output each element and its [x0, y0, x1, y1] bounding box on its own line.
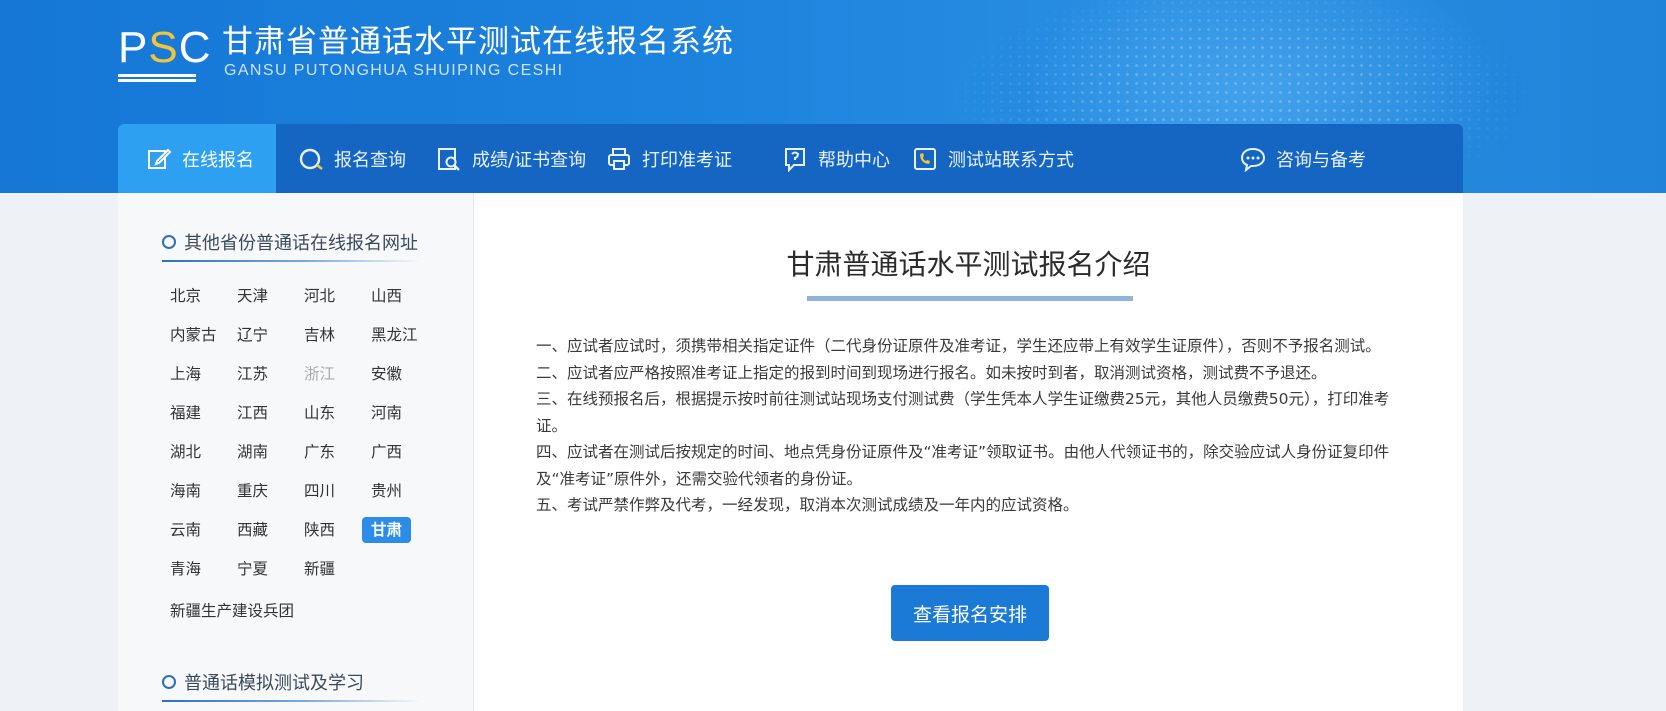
province-link[interactable]: 天津	[237, 283, 268, 309]
main-nav: 在线报名 报名查询 成绩/证书查询 打印准考证 帮助中心 测试站联系方式 咨询与…	[118, 124, 1463, 193]
intro-paragraph: 一、应试者应试时，须携带相关指定证件（二代身份证原件及准考证，学生还应带上有效学…	[536, 337, 1381, 355]
view-schedule-button[interactable]: 查看报名安排	[891, 585, 1049, 641]
province-link[interactable]: 陕西	[304, 517, 335, 543]
province-link[interactable]: 甘肃	[362, 517, 412, 543]
nav-label: 在线报名	[182, 149, 254, 171]
province-link[interactable]: 上海	[170, 361, 201, 387]
sidebar: 其他省份普通话在线报名网址 北京 天津 河北 山西内蒙古 辽宁 吉林 黑龙江上海 江苏 浙江 安徽…	[118, 193, 474, 711]
province-link[interactable]: 吉林	[304, 322, 335, 348]
intro-paragraph: 二、应试者应严格按照准考证上指定的报到时间到现场进行报名。如未按时到者，取消测试…	[536, 363, 1327, 382]
province-link[interactable]: 贵州	[371, 478, 402, 504]
nav-label: 成绩/证书查询	[472, 149, 587, 171]
main-content: 甘肃普通话水平测试报名介绍 一、应试者应试时，须携带相关指定证件（二代身份证原件…	[474, 193, 1463, 711]
nav-consult-prep[interactable]: 咨询与备考	[1240, 124, 1366, 193]
province-link[interactable]: 云南	[170, 517, 201, 543]
edit-icon	[148, 148, 172, 169]
logo-letters: PSC	[118, 23, 212, 72]
nav-online-signup[interactable]: 在线报名	[118, 124, 276, 193]
province-link[interactable]: 宁夏	[237, 556, 268, 582]
site-header: PSC 甘肃省普通话水平测试在线报名系统 GANSU PUTONGHUA SHU…	[0, 0, 1666, 193]
circle-bullet-icon	[162, 235, 176, 249]
section-heading-mock-test: 普通话模拟测试及学习	[162, 667, 364, 697]
province-link[interactable]: 青海	[170, 556, 201, 582]
nav-label: 测试站联系方式	[948, 149, 1074, 171]
intro-paragraph: 三、在线预报名后，根据提示按时前往测试站现场支付测试费（学生凭本人学生证缴费25…	[536, 390, 1390, 435]
province-link[interactable]: 四川	[304, 478, 335, 504]
nav-print-ticket[interactable]: 打印准考证	[606, 124, 732, 193]
site-title: 甘肃省普通话水平测试在线报名系统	[222, 24, 734, 60]
province-link-xjbt[interactable]: 新疆生产建设兵团	[170, 598, 294, 624]
site-subtitle: GANSU PUTONGHUA SHUIPING CESHI	[224, 62, 564, 79]
province-link[interactable]: 黑龙江	[371, 322, 418, 348]
province-link[interactable]: 内蒙古	[170, 322, 217, 348]
province-link[interactable]: 西藏	[237, 517, 268, 543]
section-underline	[162, 700, 422, 702]
province-link[interactable]: 福建	[170, 400, 201, 426]
province-link[interactable]: 江苏	[237, 361, 268, 387]
section-title: 普通话模拟测试及学习	[184, 673, 364, 694]
province-link[interactable]: 湖北	[170, 439, 201, 465]
nav-signup-query[interactable]: 报名查询	[298, 124, 406, 193]
province-link[interactable]: 河北	[304, 283, 335, 309]
document-search-icon	[438, 147, 460, 171]
province-link[interactable]: 海南	[170, 478, 201, 504]
province-link[interactable]: 辽宁	[237, 322, 268, 348]
page-title: 甘肃普通话水平测试报名介绍	[786, 248, 1151, 281]
nav-help-center[interactable]: 帮助中心	[782, 124, 890, 193]
search-icon	[299, 148, 323, 170]
province-link[interactable]: 湖南	[237, 439, 268, 465]
section-title: 其他省份普通话在线报名网址	[184, 233, 418, 254]
logo-underline	[118, 72, 196, 82]
section-underline	[162, 260, 422, 262]
province-link[interactable]: 浙江	[304, 361, 335, 387]
chat-icon	[1240, 147, 1266, 172]
circle-bullet-icon	[162, 675, 176, 689]
nav-label: 打印准考证	[642, 149, 732, 171]
province-link[interactable]: 山西	[371, 283, 402, 309]
province-link[interactable]: 江西	[237, 400, 268, 426]
help-icon	[785, 147, 805, 172]
nav-label: 报名查询	[334, 149, 406, 171]
intro-paragraph: 四、应试者在测试后按规定的时间、地点凭身份证原件及“准考证”领取证书。由他人代领…	[536, 443, 1390, 488]
psc-logo[interactable]: PSC	[118, 23, 212, 82]
province-link[interactable]: 广西	[371, 439, 402, 465]
nav-label: 咨询与备考	[1276, 149, 1366, 171]
phone-icon	[914, 147, 936, 170]
nav-label: 帮助中心	[818, 149, 890, 171]
province-link[interactable]: 北京	[170, 283, 201, 309]
province-link[interactable]: 广东	[304, 439, 335, 465]
province-link[interactable]: 山东	[304, 400, 335, 426]
title-underline	[807, 296, 1133, 301]
nav-station-contacts[interactable]: 测试站联系方式	[912, 124, 1074, 193]
province-link[interactable]: 新疆	[304, 556, 335, 582]
province-link[interactable]: 河南	[371, 400, 402, 426]
printer-icon	[608, 147, 630, 170]
nav-score-query[interactable]: 成绩/证书查询	[436, 124, 586, 193]
intro-paragraph: 五、考试严禁作弊及代考，一经发现，取消本次测试成绩及一年内的应试资格。	[536, 496, 1079, 514]
province-link[interactable]: 安徽	[371, 361, 402, 387]
section-heading-other-provinces: 其他省份普通话在线报名网址	[162, 227, 418, 257]
province-link[interactable]: 重庆	[237, 478, 268, 504]
intro-text: 一、应试者应试时，须携带相关指定证件（二代身份证原件及准考证，学生还应带上有效学…	[536, 333, 1406, 519]
